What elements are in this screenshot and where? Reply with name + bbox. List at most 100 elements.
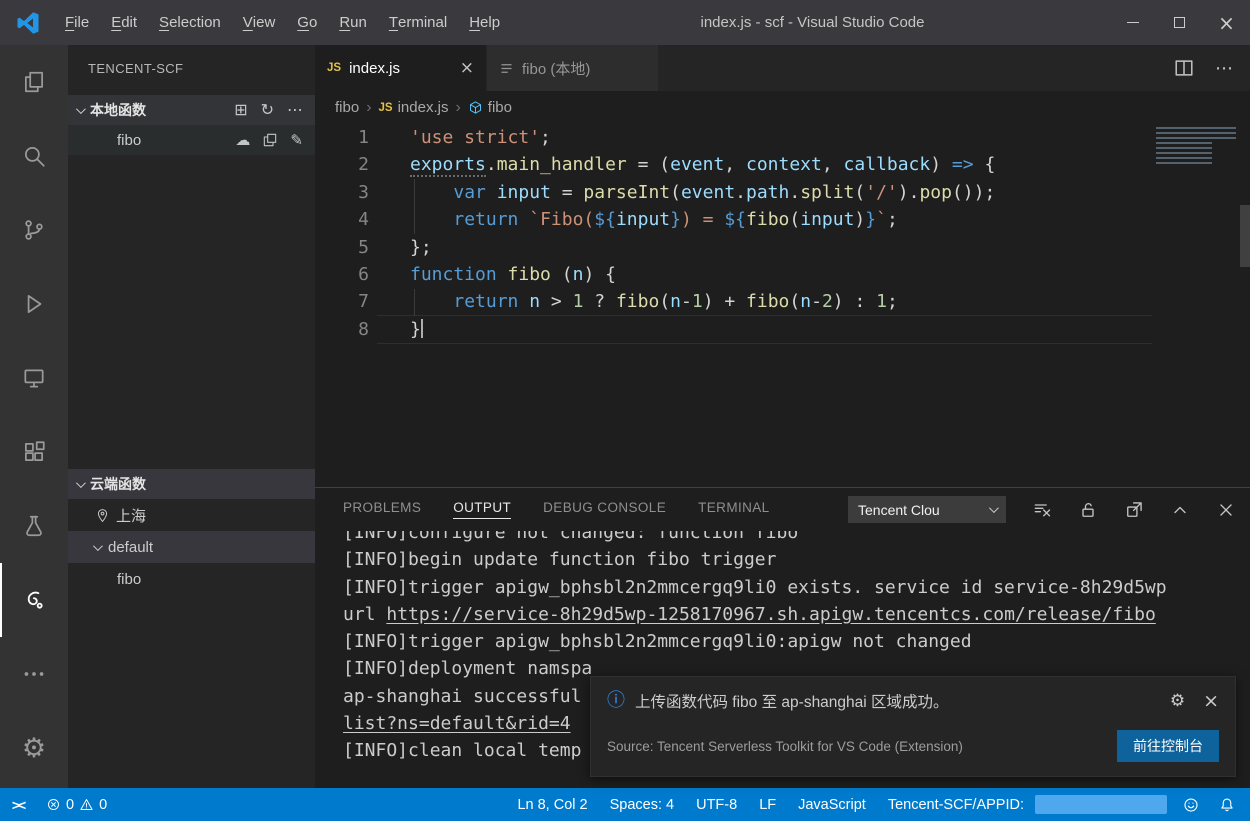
- maximize-button[interactable]: [1156, 0, 1203, 45]
- output-channel-select[interactable]: Tencent Clou: [848, 496, 1006, 523]
- breadcrumb-separator: ›: [455, 99, 460, 117]
- close-tab-icon[interactable]: ×: [460, 58, 474, 78]
- panel-tab-output[interactable]: OUTPUT: [453, 500, 511, 519]
- split-editor-icon[interactable]: [1173, 57, 1195, 79]
- menu-selection[interactable]: Selection: [148, 0, 232, 45]
- chevron-down-icon: [93, 541, 103, 551]
- activity-source-control[interactable]: [0, 193, 68, 267]
- menu-file[interactable]: File: [54, 0, 100, 45]
- code-line-4[interactable]: 4 return `Fibo(${input}) = ${fibo(input)…: [315, 206, 1250, 233]
- menu-run[interactable]: Run: [328, 0, 378, 45]
- bell-icon: [1218, 796, 1236, 814]
- menu-terminal[interactable]: Terminal: [378, 0, 458, 45]
- tab-fibo-local[interactable]: fibo (本地): [487, 45, 659, 91]
- editor-scrollbar[interactable]: [1240, 205, 1250, 267]
- activity-more[interactable]: [0, 637, 68, 711]
- tree-item-default-namespace[interactable]: default: [68, 531, 315, 563]
- panel-tabs: PROBLEMS OUTPUT DEBUG CONSOLE TERMINAL: [343, 500, 802, 519]
- run-debug-icon: [21, 291, 47, 317]
- open-window-icon[interactable]: [262, 132, 278, 148]
- maximize-icon: [1174, 17, 1185, 28]
- line-number: 1: [315, 124, 377, 151]
- go-to-console-button[interactable]: 前往控制台: [1117, 730, 1219, 762]
- explorer-icon: [21, 69, 47, 95]
- breadcrumb-symbol[interactable]: fibo: [468, 99, 512, 116]
- output-link[interactable]: https://service-8h29d5wp-1258170967.sh.a…: [386, 604, 1155, 625]
- feedback-button[interactable]: [1173, 796, 1209, 814]
- menu-help[interactable]: Help: [458, 0, 511, 45]
- window-title: index.js - scf - Visual Studio Code: [565, 14, 1060, 31]
- code-line-3[interactable]: 3 var input = parseInt(event.path.split(…: [315, 179, 1250, 206]
- status-item-tencent-scf-appid[interactable]: Tencent-SCF/APPID:: [877, 797, 1035, 813]
- unlock-icon[interactable]: [1078, 500, 1098, 520]
- status-item-utf-8[interactable]: UTF-8: [685, 797, 748, 813]
- output-line: [INFO]configure not changed: function fi…: [343, 531, 1250, 546]
- code-line-8[interactable]: 8}: [315, 316, 1250, 343]
- code-lines: 1'use strict';2exports.main_handler = (e…: [315, 124, 1250, 343]
- status-item-javascript[interactable]: JavaScript: [787, 797, 877, 813]
- section-cloud-functions[interactable]: 云端函数: [68, 469, 315, 499]
- tree-item-cloud-fibo[interactable]: fibo: [68, 563, 315, 595]
- menu-go[interactable]: Go: [286, 0, 328, 45]
- close-panel-icon[interactable]: [1216, 500, 1236, 520]
- settings-gear-icon: ⚙: [22, 735, 46, 762]
- menu-view[interactable]: View: [232, 0, 287, 45]
- vscode-logo-icon: [16, 11, 40, 35]
- section-local-functions[interactable]: 本地函数 ⊞ ↻ ⋯: [68, 95, 315, 125]
- notification-close-icon[interactable]: ×: [1203, 692, 1219, 711]
- panel-tab-terminal[interactable]: TERMINAL: [698, 500, 769, 519]
- activity-extensions[interactable]: [0, 415, 68, 489]
- code-line-7[interactable]: 7 return n > 1 ? fibo(n-1) + fibo(n-2) :…: [315, 288, 1250, 315]
- maximize-panel-icon[interactable]: [1170, 500, 1190, 520]
- code-line-1[interactable]: 1'use strict';: [315, 124, 1250, 151]
- activity-tencent-serverless[interactable]: [0, 563, 68, 637]
- open-in-editor-icon[interactable]: [1124, 500, 1144, 520]
- menu-edit[interactable]: Edit: [100, 0, 148, 45]
- indent-guide: [414, 179, 415, 234]
- code-editor[interactable]: 1'use strict';2exports.main_handler = (e…: [315, 124, 1250, 487]
- more-icon: [21, 661, 47, 687]
- notification-source: Source: Tencent Serverless Toolkit for V…: [607, 739, 963, 754]
- code-line-2[interactable]: 2exports.main_handler = (event, context,…: [315, 151, 1250, 178]
- notification-toast: ⓘ 上传函数代码 fibo 至 ap-shanghai 区域成功。 ⚙ × So…: [590, 676, 1236, 777]
- activity-search[interactable]: [0, 119, 68, 193]
- output-link[interactable]: list?ns=default&rid=4: [343, 713, 571, 734]
- test-beaker-icon: [21, 513, 47, 539]
- source-control-icon: [21, 217, 47, 243]
- notification-settings-icon[interactable]: ⚙: [1170, 693, 1185, 710]
- add-function-icon[interactable]: ⊞: [234, 102, 247, 118]
- problems-status[interactable]: 0 0: [36, 797, 117, 813]
- breadcrumb-file[interactable]: JS index.js: [379, 99, 449, 116]
- deploy-cloud-icon[interactable]: ☁: [235, 131, 250, 149]
- activity-run-debug[interactable]: [0, 267, 68, 341]
- output-line: url https://service-8h29d5wp-1258170967.…: [343, 601, 1250, 628]
- panel-tab-problems[interactable]: PROBLEMS: [343, 500, 421, 519]
- activity-remote-explorer[interactable]: [0, 341, 68, 415]
- indent-guide: [414, 289, 415, 316]
- code-line-5[interactable]: 5};: [315, 234, 1250, 261]
- activity-explorer[interactable]: [0, 45, 68, 119]
- more-actions-icon[interactable]: ⋯: [287, 102, 303, 118]
- notifications-bell-button[interactable]: [1209, 796, 1250, 814]
- activity-manage[interactable]: ⚙: [0, 711, 68, 785]
- line-number: 8: [315, 316, 377, 343]
- refresh-icon[interactable]: ↻: [261, 102, 274, 118]
- close-window-button[interactable]: ×: [1203, 0, 1250, 45]
- more-actions-icon[interactable]: ⋯: [1215, 58, 1234, 79]
- status-item-lf[interactable]: LF: [748, 797, 787, 813]
- tab-index-js[interactable]: JS index.js ×: [315, 45, 487, 91]
- status-item-spaces-4[interactable]: Spaces: 4: [599, 797, 686, 813]
- panel-tab-debug-console[interactable]: DEBUG CONSOLE: [543, 500, 666, 519]
- panel-actions: Tencent Clou: [848, 496, 1250, 523]
- activity-test[interactable]: [0, 489, 68, 563]
- symbol-cube-icon: [468, 100, 483, 115]
- clear-output-icon[interactable]: [1032, 500, 1052, 520]
- status-item-ln-8-col-2[interactable]: Ln 8, Col 2: [506, 797, 598, 813]
- tree-item-local-fibo[interactable]: fibo ☁ ✎: [68, 125, 315, 155]
- edit-pencil-icon[interactable]: ✎: [290, 131, 303, 149]
- tree-item-shanghai[interactable]: 上海: [68, 499, 315, 531]
- breadcrumb-folder[interactable]: fibo: [335, 99, 359, 116]
- code-line-6[interactable]: 6function fibo (n) {: [315, 261, 1250, 288]
- remote-indicator[interactable]: ><: [0, 788, 36, 821]
- minimize-button[interactable]: [1109, 0, 1156, 45]
